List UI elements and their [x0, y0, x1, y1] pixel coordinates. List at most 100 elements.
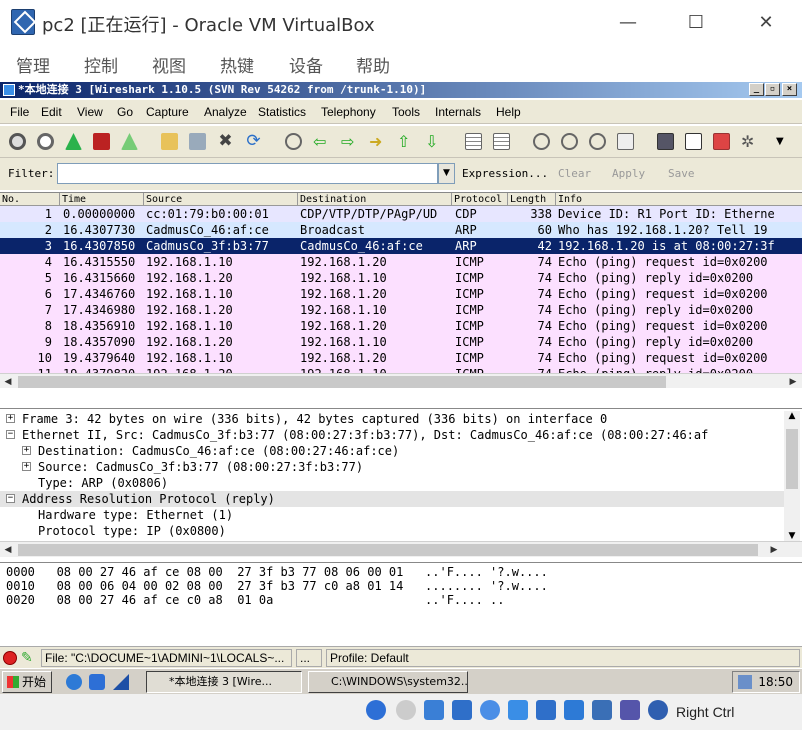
network-icon[interactable]	[452, 700, 472, 720]
zoom-out-icon[interactable]	[561, 133, 578, 150]
expression-button[interactable]: Expression...	[462, 167, 548, 180]
menu-view[interactable]: 视图	[152, 52, 186, 77]
resize-columns-icon[interactable]	[617, 133, 634, 150]
detail-row[interactable]: + Destination: CadmusCo_46:af:ce (08:00:2…	[0, 443, 784, 459]
find-icon[interactable]	[285, 133, 302, 150]
packet-list-hscrollbar[interactable]: ◀ ▶	[0, 373, 802, 388]
expand-icon[interactable]: +	[6, 414, 15, 423]
collapse-icon[interactable]: −	[6, 430, 15, 439]
menu-devices[interactable]: 设备	[289, 52, 323, 77]
scroll-right-icon[interactable]: ▶	[785, 374, 801, 388]
minimize-button[interactable]: —	[608, 9, 648, 37]
packet-row[interactable]: 1 0.00000000 cc:01:79:b0:00:01 CDP/VTP/DTP/…	[0, 206, 802, 222]
filter-dropdown-icon[interactable]: ▼	[438, 163, 455, 184]
apply-button[interactable]: Apply	[612, 167, 645, 180]
zoom-normal-icon[interactable]	[589, 133, 606, 150]
reload-icon[interactable]: ⟳	[245, 133, 262, 150]
ws-minimize-button[interactable]: _	[749, 83, 764, 96]
scroll-right-icon[interactable]: ▶	[766, 542, 782, 558]
taskbar-item-wireshark[interactable]: *本地连接 3 [Wire...	[146, 671, 302, 693]
open-file-icon[interactable]	[161, 133, 178, 150]
ws-restore-button[interactable]: ▫	[765, 83, 780, 96]
start-capture-icon[interactable]	[65, 133, 82, 150]
column-source[interactable]: Source	[143, 193, 182, 206]
status-profile[interactable]: Profile: Default	[326, 649, 800, 667]
go-to-packet-icon[interactable]: ➜	[369, 133, 386, 150]
forward-icon[interactable]: ⇨	[341, 133, 358, 150]
display-filters-icon[interactable]	[685, 133, 702, 150]
detail-row[interactable]: + Source: CadmusCo_3f:b3:77 (08:00:27:3f:…	[0, 459, 784, 475]
column-info[interactable]: Info	[555, 193, 582, 206]
video-capture-icon[interactable]	[564, 700, 584, 720]
cpu-icon[interactable]	[592, 700, 612, 720]
packet-row[interactable]: 2 16.4307730 CadmusCo_46:af:ce Broadcast ARP…	[0, 222, 802, 238]
scroll-thumb[interactable]	[18, 376, 666, 388]
toolbar-overflow-icon[interactable]: ▼	[776, 133, 793, 150]
maximize-button[interactable]: ☐	[676, 9, 716, 37]
menu-telephony[interactable]: Telephony	[321, 105, 376, 119]
column-time[interactable]: Time	[59, 193, 86, 206]
menu-tools[interactable]: Tools	[392, 105, 420, 119]
expand-icon[interactable]: +	[22, 462, 31, 471]
colorize-icon[interactable]	[465, 133, 482, 150]
detail-row[interactable]: − Address Resolution Protocol (reply)	[0, 491, 784, 507]
expand-icon[interactable]: +	[22, 446, 31, 455]
first-packet-icon[interactable]: ⇧	[397, 133, 414, 150]
display-icon[interactable]	[536, 700, 556, 720]
details-hscrollbar[interactable]: ◀ ▶	[0, 541, 802, 557]
edit-comment-icon[interactable]: ✎	[21, 650, 37, 666]
auto-scroll-icon[interactable]	[493, 133, 510, 150]
coloring-rules-icon[interactable]	[713, 133, 730, 150]
collapse-icon[interactable]: −	[6, 494, 15, 503]
capture-filters-icon[interactable]	[657, 133, 674, 150]
start-button[interactable]: 开始	[2, 671, 52, 693]
menu-hotkeys[interactable]: 热键	[220, 52, 254, 77]
menu-manage[interactable]: 管理	[16, 52, 50, 77]
preferences-icon[interactable]: ✲	[741, 133, 758, 150]
column-length[interactable]: Length	[507, 193, 546, 206]
detail-row[interactable]: + Frame 3: 42 bytes on wire (336 bits), 4…	[0, 411, 784, 427]
wireshark-launch-icon[interactable]	[113, 674, 129, 690]
usb-icon[interactable]	[480, 700, 500, 720]
quicklaunch-icon[interactable]	[89, 674, 105, 690]
column-protocol[interactable]: Protocol	[451, 193, 502, 206]
clear-button[interactable]: Clear	[558, 167, 591, 180]
last-packet-icon[interactable]: ⇩	[425, 133, 442, 150]
save-file-icon[interactable]	[189, 133, 206, 150]
keyboard-icon[interactable]	[648, 700, 668, 720]
packet-row[interactable]: 8 18.4356910 192.168.1.10 192.168.1.20 ICMP 7…	[0, 318, 802, 334]
tray-network-icon[interactable]	[738, 675, 752, 689]
optical-drive-icon[interactable]	[396, 700, 416, 720]
menu-statistics[interactable]: Statistics	[258, 105, 306, 119]
detail-row[interactable]: Type: ARP (0x0806)	[0, 475, 784, 491]
packet-row[interactable]: 3 16.4307850 CadmusCo_3f:b3:77 CadmusCo_46:…	[0, 238, 802, 254]
menu-help-ws[interactable]: Help	[496, 105, 521, 119]
restart-capture-icon[interactable]	[121, 133, 138, 150]
scroll-down-icon[interactable]: ▼	[784, 531, 800, 541]
scroll-up-icon[interactable]: ▲	[784, 411, 800, 421]
menu-edit[interactable]: Edit	[41, 105, 62, 119]
menu-capture[interactable]: Capture	[146, 105, 189, 119]
column-no[interactable]: No.	[0, 193, 20, 206]
menu-control[interactable]: 控制	[84, 52, 118, 77]
menu-go[interactable]: Go	[117, 105, 133, 119]
interfaces-icon[interactable]	[9, 133, 26, 150]
menu-internals[interactable]: Internals	[435, 105, 481, 119]
shared-folders-icon[interactable]	[508, 700, 528, 720]
back-icon[interactable]: ⇦	[313, 133, 330, 150]
details-scroll-thumb[interactable]	[786, 429, 798, 489]
filter-input[interactable]	[57, 163, 438, 184]
menu-help[interactable]: 帮助	[356, 52, 390, 77]
packet-row[interactable]: 7 17.4346980 192.168.1.20 192.168.1.10 ICMP 7…	[0, 302, 802, 318]
details-vscrollbar[interactable]: ▲ ▼	[784, 411, 800, 541]
scroll-left-icon[interactable]: ◀	[0, 542, 16, 558]
close-file-icon[interactable]: ✖	[217, 133, 234, 150]
packet-row[interactable]: 4 16.4315550 192.168.1.10 192.168.1.20 ICMP 7…	[0, 254, 802, 270]
taskbar-item-cmd[interactable]: C:\WINDOWS\system32...	[308, 671, 468, 693]
save-filter-button[interactable]: Save	[668, 167, 695, 180]
menu-view-ws[interactable]: View	[77, 105, 103, 119]
menu-analyze[interactable]: Analyze	[204, 105, 247, 119]
close-button[interactable]: ✕	[746, 9, 786, 37]
audio-icon[interactable]	[424, 700, 444, 720]
hdd-icon[interactable]	[366, 700, 386, 720]
